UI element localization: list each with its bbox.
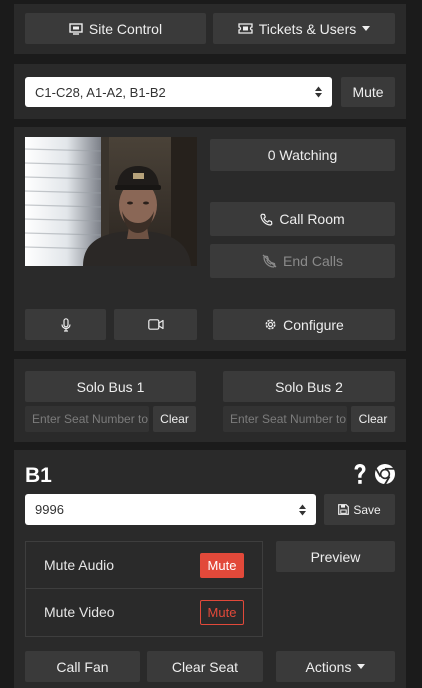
tickets-users-button[interactable]: Tickets & Users [213, 13, 395, 44]
solo-bus-2-button[interactable]: Solo Bus 2 [223, 371, 395, 402]
solo-bus-1-seat-input[interactable]: Enter Seat Number to [25, 406, 149, 432]
solo-bus-2-seat-input[interactable]: Enter Seat Number to [223, 406, 347, 432]
solo-bus-1-clear-button[interactable]: Clear [153, 406, 196, 432]
solo-bus-2-label: Solo Bus 2 [275, 378, 343, 395]
watching-count-label: 0 Watching [267, 147, 338, 163]
seat-group-value: C1-C28, A1-A2, B1-B2 [35, 84, 166, 100]
call-fan-label: Call Fan [56, 658, 109, 675]
phone-icon [260, 213, 273, 226]
clear-seat-button[interactable]: Clear Seat [147, 651, 263, 682]
site-control-label: Site Control [88, 20, 163, 37]
configure-label: Configure [283, 316, 344, 333]
site-control-button[interactable]: Site Control [25, 13, 206, 44]
preview-label: Preview [310, 548, 361, 565]
select-arrows-icon [315, 86, 322, 98]
solo-bus-2-clear-label: Clear [358, 412, 388, 426]
save-label: Save [353, 502, 381, 517]
call-room-label: Call Room [279, 211, 345, 227]
mute-video-label: Mute Video [44, 604, 115, 620]
solo-bus-2-clear-button[interactable]: Clear [351, 406, 395, 432]
room-video [25, 137, 197, 266]
end-calls-label: End Calls [283, 253, 343, 269]
tickets-users-label: Tickets & Users [258, 20, 357, 37]
preview-button[interactable]: Preview [276, 541, 395, 572]
end-calls-button[interactable]: End Calls [210, 244, 395, 278]
caret-down-icon [357, 664, 366, 669]
solo-bus-1-label: Solo Bus 1 [76, 378, 145, 395]
ticket-icon [238, 23, 253, 34]
microphone-icon [60, 317, 71, 332]
call-fan-button[interactable]: Call Fan [25, 651, 140, 682]
actions-button[interactable]: Actions [276, 651, 395, 682]
configure-button[interactable]: Configure [213, 309, 395, 340]
select-arrows-icon [299, 504, 306, 515]
caret-down-icon [362, 26, 371, 31]
call-room-button[interactable]: Call Room [210, 202, 395, 236]
gear-icon [265, 319, 276, 330]
solo-bus-1-placeholder: Enter Seat Number to [32, 412, 149, 426]
help-icon[interactable] [352, 463, 368, 485]
actions-label: Actions [305, 658, 352, 675]
seat-title: B1 [25, 464, 52, 487]
seat-number-select[interactable]: 9996 [25, 494, 316, 525]
phone-slash-icon [262, 254, 277, 268]
solo-bus-1-clear-label: Clear [160, 412, 189, 426]
seat-number-value: 9996 [35, 502, 64, 517]
seat-group-mute-button[interactable]: Mute [341, 77, 395, 107]
solo-bus-2-placeholder: Enter Seat Number to [230, 412, 347, 426]
watching-count-button[interactable]: 0 Watching [210, 139, 395, 171]
mute-audio-button[interactable]: Mute [200, 552, 244, 578]
save-button[interactable]: Save [324, 494, 395, 525]
mute-video-row: Mute Video Mute [26, 589, 262, 635]
microphone-button[interactable] [25, 309, 106, 340]
save-icon [338, 504, 350, 515]
monitor-icon [69, 22, 83, 35]
mute-controls: Mute Audio Mute Mute Video Mute [25, 541, 263, 637]
mute-audio-row: Mute Audio Mute [26, 542, 262, 589]
solo-bus-1-button[interactable]: Solo Bus 1 [25, 371, 196, 402]
chrome-icon[interactable] [374, 463, 396, 485]
video-camera-icon [147, 319, 164, 330]
seat-group-mute-label: Mute [352, 84, 384, 100]
seat-group-select[interactable]: C1-C28, A1-A2, B1-B2 [25, 77, 332, 107]
clear-seat-label: Clear Seat [171, 658, 239, 675]
camera-button[interactable] [114, 309, 197, 340]
mute-video-button[interactable]: Mute [200, 599, 244, 625]
mute-audio-label: Mute Audio [44, 557, 115, 573]
